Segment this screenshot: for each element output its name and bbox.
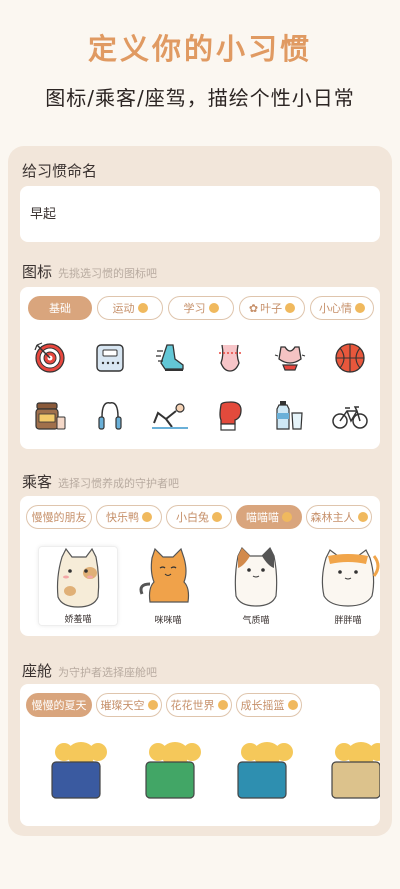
passenger-card: 慢慢的朋友 快乐鸭 小白兔 喵喵喵 森林主人 娇羞喵 咪咪喵 气质喵 胖胖喵 (20, 496, 380, 636)
boxing-glove-icon[interactable] (200, 397, 260, 435)
habit-name-field[interactable] (20, 186, 380, 242)
calico-cat-icon (234, 546, 278, 607)
chubby-cat-icon (321, 549, 380, 607)
vehicle-tab-row: 慢慢的夏天 璀璨天空 花花世界 成长摇篮 (26, 693, 302, 717)
bicycle-icon[interactable] (320, 397, 380, 435)
icon-tab-leaf[interactable]: ✿ 叶子 (239, 296, 305, 320)
paw-icon (357, 512, 368, 522)
elephant-cabin-icon (51, 742, 107, 799)
vehicle-section-hint: 为守护者选择座舱吧 (58, 666, 158, 679)
icon-card: 基础 运动 学习 ✿ 叶子 小心情 (20, 287, 380, 449)
vehicle-tab-flower-world[interactable]: 花花世界 (166, 693, 232, 717)
target-icon[interactable] (20, 339, 80, 377)
vehicle-card: 慢慢的夏天 璀璨天空 花花世界 成长摇篮 (20, 684, 387, 826)
vehicle-tab-growth-cradle[interactable]: 成长摇篮 (236, 693, 302, 717)
paw-icon (282, 512, 292, 522)
icon-tab-basic[interactable]: 基础 (28, 296, 92, 320)
paw-icon (355, 303, 365, 313)
clover-icon: ✿ (248, 301, 259, 315)
paw-icon (208, 303, 219, 313)
passenger-tab-row: 慢慢的朋友 快乐鸭 小白兔 喵喵喵 森林主人 (26, 505, 372, 529)
cabin-option[interactable] (330, 736, 390, 802)
vehicle-tab-bright-sky[interactable]: 璀璨天空 (96, 693, 162, 717)
icon-tab-sport[interactable]: 运动 (97, 296, 163, 320)
pet-name: 咪咪喵 (154, 616, 182, 626)
icon-tab-mood[interactable]: 小心情 (310, 296, 374, 320)
pet-shy-cat[interactable]: 娇羞喵 (38, 546, 118, 626)
paw-icon (212, 512, 222, 522)
scale-icon[interactable] (80, 339, 140, 377)
page-title: 定义你的小习惯 (87, 32, 312, 66)
pet-elegant-cat[interactable]: 气质喵 (216, 546, 296, 626)
situp-icon[interactable] (140, 397, 200, 435)
jump-rope-icon[interactable] (80, 397, 140, 435)
pet-name: 气质喵 (242, 616, 270, 626)
protein-jar-icon[interactable] (20, 397, 80, 435)
paw-icon (147, 700, 158, 710)
passenger-tab-slow-friend[interactable]: 慢慢的朋友 (26, 505, 92, 529)
icon-grid (20, 339, 380, 435)
name-section-label: 给习惯命名 (22, 162, 98, 180)
pet-chubby-cat[interactable]: 胖胖喵 (308, 546, 388, 626)
icon-tab-row: 基础 运动 学习 ✿ 叶子 小心情 (28, 296, 374, 320)
passenger-tab-white-rabbit[interactable]: 小白兔 (166, 505, 232, 529)
icon-section-hint: 先挑选习惯的图标吧 (58, 267, 158, 280)
pet-mimi-cat[interactable]: 咪咪喵 (128, 546, 208, 626)
basketball-icon[interactable] (320, 339, 380, 377)
pet-list: 娇羞喵 咪咪喵 气质喵 胖胖喵 (20, 546, 380, 632)
paw-icon (142, 512, 152, 522)
paw-icon (217, 700, 228, 710)
shy-cat-icon (56, 547, 100, 608)
icon-tab-study[interactable]: 学习 (168, 296, 234, 320)
habit-name-input[interactable] (30, 205, 360, 220)
vehicle-tab-slow-summer[interactable]: 慢慢的夏天 (26, 693, 92, 717)
page-subtitle: 图标/乘客/座驾，描绘个性小日常 (45, 86, 355, 110)
cabin-option[interactable] (50, 736, 110, 802)
passenger-tab-meow[interactable]: 喵喵喵 (236, 505, 302, 529)
passenger-tab-happy-duck[interactable]: 快乐鸭 (96, 505, 162, 529)
waist-icon[interactable] (200, 339, 260, 377)
elephant-cabin-icon (331, 742, 387, 799)
passenger-section-hint: 选择习惯养成的守护者吧 (58, 477, 180, 490)
passenger-tab-forest-owner[interactable]: 森林主人 (306, 505, 372, 529)
pet-name: 娇羞喵 (64, 615, 92, 625)
paw-icon (285, 303, 296, 313)
cabin-option[interactable] (144, 736, 204, 802)
elephant-cabin-icon (145, 742, 201, 799)
orange-cat-icon (139, 547, 190, 603)
vehicle-section-label: 座舱 为守护者选择座舱吧 (22, 662, 158, 680)
running-shoe-icon[interactable] (140, 339, 200, 377)
pet-name: 胖胖喵 (334, 616, 362, 626)
passenger-section-label: 乘客 选择习惯养成的守护者吧 (22, 473, 180, 491)
paw-icon (137, 303, 148, 313)
cabin-list (20, 736, 387, 816)
paw-icon (287, 700, 298, 710)
water-bottle-icon[interactable] (260, 397, 320, 435)
sports-bra-icon[interactable] (260, 339, 320, 377)
icon-section-label: 图标 先挑选习惯的图标吧 (22, 263, 158, 281)
cabin-option[interactable] (236, 736, 296, 802)
elephant-cabin-icon (237, 742, 293, 799)
